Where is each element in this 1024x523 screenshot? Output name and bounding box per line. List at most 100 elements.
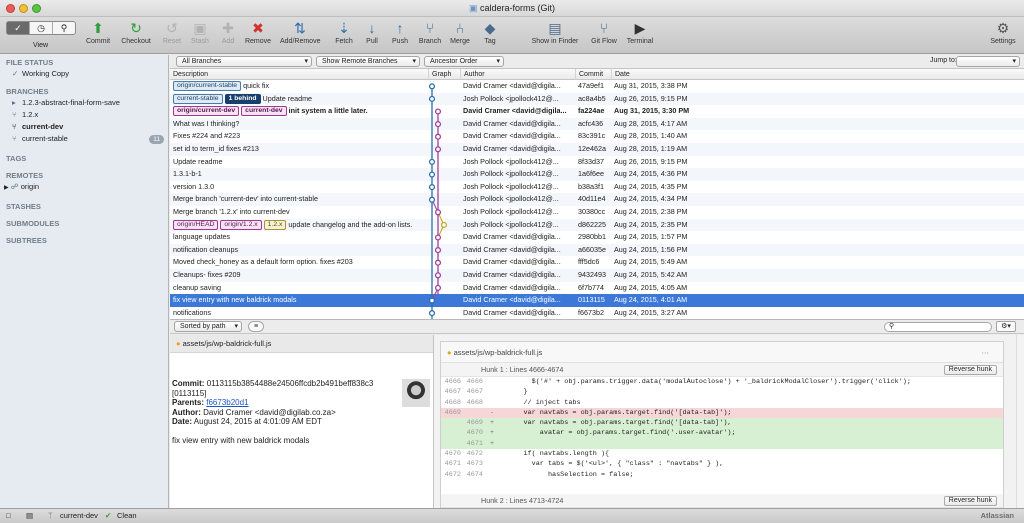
ref-label[interactable]: origin/current-dev [173, 106, 240, 117]
line-number: 4668 [466, 398, 483, 407]
options-button[interactable]: ≡ [248, 321, 264, 332]
graph-commit-node [428, 310, 436, 317]
commit-row[interactable]: origin/HEAD origin/1.2.x 1.2.x update chang… [170, 218, 1024, 232]
commit-author: David Cramer <david@digila... [463, 144, 561, 153]
hunk-header: Hunk 2 : Lines 4713-4724 Reverse hunk [441, 493, 1003, 508]
commit-row[interactable]: fix view entry with new baldrick modals D… [170, 294, 1024, 307]
sidebar-item-origin[interactable]: ▶ ☍ origin [0, 181, 168, 193]
commit-row[interactable]: version 1.3.0 Josh Pollock <jpollock412@.… [170, 181, 1024, 194]
commit-row[interactable]: notifications David Cramer <david@digila.… [170, 307, 1024, 319]
git-flow-button[interactable]: ⑂ Git Flow [584, 20, 624, 45]
col-date[interactable]: Date [611, 69, 1024, 80]
sidebar-item-branch[interactable]: ▸ 1.2.3-abstract-final-form-save [0, 97, 168, 109]
file-list-item[interactable]: ● assets/js/wp-baldrick-full.js [170, 335, 433, 353]
terminal-small-icon[interactable]: ▤ [26, 509, 33, 523]
view-list-icon[interactable]: ✓ [7, 22, 30, 34]
settings-dropdown[interactable]: ⚙▾ [996, 321, 1016, 332]
ref-label[interactable]: current-dev [241, 106, 287, 117]
commit-row[interactable]: Cleanups- fixes #209 David Cramer <david@… [170, 269, 1024, 282]
order-select[interactable]: Ancestor Order [424, 56, 504, 67]
ref-label[interactable]: 1.2.x [263, 219, 287, 230]
commit-row[interactable]: Merge branch 'current-dev' into current-… [170, 193, 1024, 206]
reverse-hunk-button[interactable]: Reverse hunk [943, 495, 997, 506]
sidebar-item-branch[interactable]: ⑂ current-dev [0, 121, 168, 133]
ref-label[interactable]: 1 behind [224, 93, 261, 104]
commit-button[interactable]: ⬆ Commit [78, 20, 118, 45]
view-history-icon[interactable]: ◷ [30, 22, 53, 34]
zoom-window-button[interactable] [32, 4, 41, 13]
stashes-header[interactable]: STASHES [0, 199, 168, 212]
diff-code: if( navtabs.length ){ [499, 450, 610, 459]
commit-message: Fixes #224 and #223 [173, 131, 241, 141]
remotes-header[interactable]: REMOTES [0, 168, 168, 181]
show-in-finder-button[interactable]: ▤ Show in Finder [530, 20, 580, 45]
commit-hash: a66035e [578, 244, 606, 254]
commit-row[interactable]: language updates David Cramer <david@digi… [170, 231, 1024, 244]
branches-filter-select[interactable]: All Branches [176, 56, 312, 67]
tag-button[interactable]: ◆ Tag [470, 20, 510, 45]
sidebar-item-branch[interactable]: ⑂ 1.2.x [0, 109, 168, 121]
commit-row[interactable]: cleanup saving David Cramer <david@digila… [170, 282, 1024, 295]
line-number: 4666 [466, 378, 483, 386]
view-segmented-control[interactable]: ✓ ◷ ⚲ [6, 21, 76, 35]
commit-message: Moved check_honey as a default form opti… [173, 257, 353, 267]
diff-code: // inject tabs [499, 398, 581, 407]
commit-row[interactable]: current-stable 1 behind Update readme Josh … [170, 92, 1024, 106]
settings-button[interactable]: ⚙ Settings [982, 20, 1024, 45]
disclosure-icon[interactable]: ▶ [4, 185, 9, 191]
ref-label[interactable]: current-stable [173, 93, 223, 104]
commit-row[interactable]: Update readme Josh Pollock <jpollock412@.… [170, 156, 1024, 169]
col-commit[interactable]: Commit [575, 69, 611, 80]
commit-message: Merge branch '1.2.x' into current-dev [173, 207, 290, 216]
diff-scrollbar[interactable] [1016, 335, 1024, 508]
minimize-window-button[interactable] [19, 4, 28, 13]
toolbar-button-label: Show in Finder [531, 38, 579, 45]
terminal-button[interactable]: ▶ Terminal [620, 20, 660, 45]
col-author[interactable]: Author [460, 69, 575, 80]
commit-hash: b38a3f1 [578, 181, 604, 191]
commit-row[interactable]: 1.3.1-b-1 Josh Pollock <jpollock412@... 1a… [170, 168, 1024, 181]
commit-author: Josh Pollock <jpollock412@... [463, 194, 559, 204]
commit-message: version 1.3.0 [173, 181, 215, 191]
submodules-header[interactable]: SUBMODULES [0, 216, 168, 229]
sidebar-item-branch[interactable]: ⑂ current-stable 11 [0, 133, 168, 145]
branch-label: 1.2.3-abstract-final-form-save [22, 98, 120, 107]
sort-select[interactable]: Sorted by path [174, 321, 242, 332]
col-description[interactable]: Description [170, 69, 428, 80]
close-window-button[interactable] [6, 4, 15, 13]
jump-to-select[interactable] [956, 56, 1020, 67]
parent-link[interactable]: f6673b20d1 [206, 398, 248, 407]
toolbar-button-label: Push [392, 38, 408, 45]
commit-row[interactable]: notification cleanups David Cramer <david… [170, 243, 1024, 257]
commit-row[interactable]: Merge branch '1.2.x' into current-dev Jos… [170, 206, 1024, 219]
commit-row[interactable]: Fixes #224 and #223 David Cramer <david@d… [170, 130, 1024, 143]
commit-message: quick fix [243, 81, 270, 90]
commit-row[interactable]: origin/current-dev current-dev init system… [170, 105, 1024, 118]
add-remove-button[interactable]: ⇅ Add/Remove [280, 20, 320, 45]
commit-row[interactable]: What was I thinking? David Cramer <david@… [170, 117, 1024, 131]
commit-row[interactable]: origin/current-stable quick fix David Cram… [170, 80, 1024, 93]
reverse-hunk-button[interactable]: Reverse hunk [943, 365, 997, 375]
ref-label[interactable]: origin/HEAD [173, 219, 219, 230]
commit-row[interactable]: set id to term_id fixes #213 David Cramer… [170, 143, 1024, 156]
remove-button[interactable]: ✖ Remove [238, 20, 278, 45]
commit-list[interactable]: origin/current-stable quick fix David Cram… [170, 80, 1024, 319]
commit-row[interactable]: Moved check_honey as a default form opti… [170, 256, 1024, 269]
commit-details: Commit: 0113115b3854488e24506ffcdb2b491b… [172, 379, 398, 445]
col-graph[interactable]: Graph [428, 69, 460, 80]
sidebar-item-working-copy[interactable]: ✓ Working Copy [0, 68, 168, 80]
file-search-input[interactable]: ⚲ [884, 322, 992, 332]
view-search-icon[interactable]: ⚲ [53, 22, 75, 34]
subtrees-header[interactable]: SUBTREES [0, 233, 168, 246]
more-icon[interactable]: ⋯ [982, 342, 990, 363]
ref-label[interactable]: origin/1.2.x [220, 219, 262, 230]
ref-label[interactable]: origin/current-stable [173, 81, 242, 92]
commit-description: Merge branch 'current-dev' into current-… [170, 193, 426, 206]
diff-marker: + [489, 419, 495, 428]
lower-toolbar: Sorted by path ≡ ⚲ ⚙▾ [170, 319, 1024, 334]
checkout-button[interactable]: ↻ Checkout [116, 20, 156, 45]
diff-file-path: assets/js/wp-baldrick-full.js [453, 348, 543, 357]
remote-branches-select[interactable]: Show Remote Branches [316, 56, 420, 67]
tags-header[interactable]: TAGS [0, 151, 168, 164]
sidebar-toggle-icon[interactable]: □ [6, 509, 11, 523]
